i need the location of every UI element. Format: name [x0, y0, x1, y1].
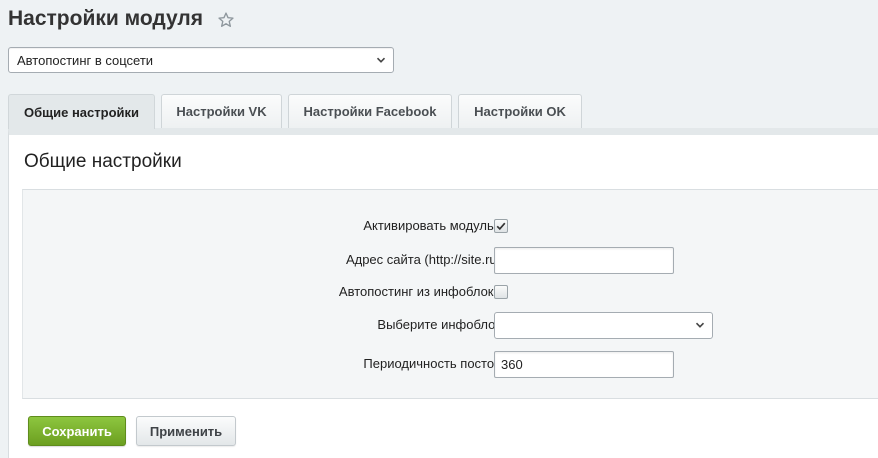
post-period-control: [494, 349, 674, 379]
footer-buttons: Сохранить Применить: [28, 416, 236, 446]
tab-vk-settings[interactable]: Настройки VK: [161, 94, 282, 128]
tab-ok-settings[interactable]: Настройки OK: [458, 94, 582, 128]
activate-module-checkbox[interactable]: [494, 219, 508, 233]
iblock-select-control: [494, 310, 713, 340]
tab-general-settings[interactable]: Общие настройки: [8, 94, 155, 129]
iblock-select[interactable]: [494, 311, 713, 339]
site-address-input[interactable]: [494, 246, 674, 274]
settings-form: Активировать модуль? Адрес сайта (http:/…: [22, 189, 878, 399]
check-icon: [495, 220, 507, 232]
page-title: Настройки модуля: [8, 7, 204, 30]
site-address-label: Адрес сайта (http://site.ru): [345, 252, 501, 267]
site-address-control: [494, 245, 674, 275]
module-select-value: Автопостинг в соцсети: [17, 52, 154, 68]
section-title: Общие настройки: [24, 151, 182, 172]
autopost-iblock-label: Автопостинг из инфоблока: [338, 284, 501, 299]
autopost-iblock-control: [494, 277, 508, 307]
chevron-down-icon: [694, 319, 706, 331]
form-row-activate: Активировать модуль?: [23, 211, 878, 241]
tab-bar: Общие настройки Настройки VK Настройки F…: [8, 94, 582, 129]
post-period-input[interactable]: [494, 350, 674, 378]
star-icon[interactable]: [217, 11, 235, 29]
form-row-autopost-iblock: Автопостинг из инфоблока: [23, 277, 878, 307]
post-period-label: Периодичность постов: [363, 356, 501, 371]
form-row-post-period: Периодичность постов: [23, 349, 878, 379]
module-select[interactable]: Автопостинг в соцсети: [8, 47, 394, 73]
autopost-iblock-checkbox[interactable]: [494, 285, 508, 299]
apply-button[interactable]: Применить: [136, 416, 236, 446]
tab-facebook-settings[interactable]: Настройки Facebook: [288, 94, 452, 128]
save-button[interactable]: Сохранить: [28, 416, 126, 446]
activate-module-label: Активировать модуль?: [363, 218, 501, 233]
form-row-iblock-select: Выберите инфоблок: [23, 310, 878, 340]
page-header: Настройки модуля: [8, 4, 235, 34]
form-row-site-address: Адрес сайта (http://site.ru): [23, 245, 878, 275]
chevron-down-icon: [375, 54, 387, 66]
iblock-select-label: Выберите инфоблок: [377, 317, 501, 332]
settings-panel: Общие настройки Активировать модуль? Адр…: [8, 128, 878, 458]
activate-module-control: [494, 211, 508, 241]
